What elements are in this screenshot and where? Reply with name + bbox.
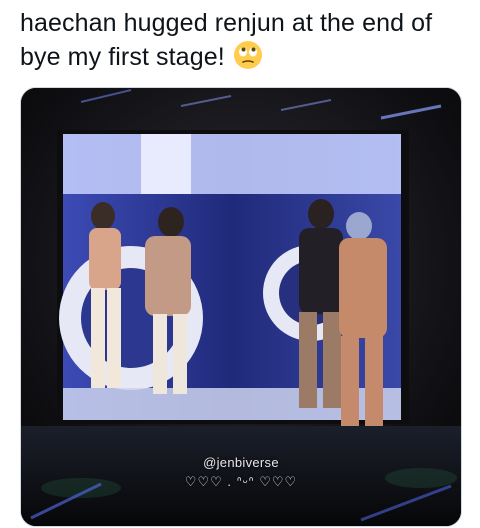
- watermark-decoration: ♡♡♡ . ᐢᵕᐢ ♡♡♡: [184, 474, 298, 489]
- tweet-text: haechan hugged renjun at the end of bye …: [20, 6, 460, 74]
- tweet-body: haechan hugged renjun at the end of bye …: [20, 9, 433, 71]
- watermark-handle: @jenbiverse: [203, 455, 279, 470]
- face-with-rolling-eyes-emoji-icon: [233, 41, 262, 69]
- tweet-media-video[interactable]: @jenbiverse ♡♡♡ . ᐢᵕᐢ ♡♡♡: [20, 87, 462, 527]
